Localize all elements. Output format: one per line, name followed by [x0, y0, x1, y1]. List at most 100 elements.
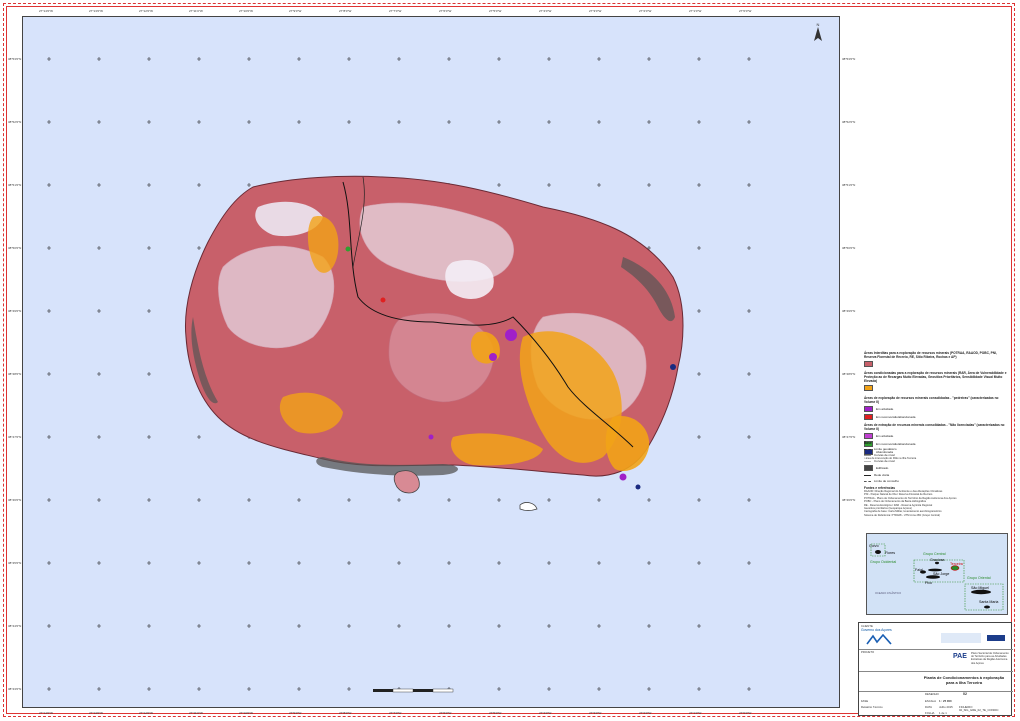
- coord-label: 27°4'0"W: [539, 9, 552, 13]
- coord-label: 38°46'0"N: [8, 498, 22, 502]
- graticule-cross: [97, 624, 101, 628]
- phase-value: Relatório Técnico: [861, 705, 883, 709]
- graticule-cross: [147, 372, 151, 376]
- graticule-cross: [97, 183, 101, 187]
- graticule-cross: [697, 120, 701, 124]
- graticule-cross: [697, 246, 701, 250]
- graticule-cross: [47, 624, 51, 628]
- graticule-cross: [647, 183, 651, 187]
- coord-label: 38°48'0"N: [8, 372, 22, 376]
- legend-row: Em atividade: [864, 433, 1010, 439]
- graticule-cross: [97, 246, 101, 250]
- legend-title: Áreas Interditas para a exploração de re…: [864, 351, 997, 359]
- drawing-number: 02: [963, 692, 967, 696]
- coord-label: 38°50'0"N: [8, 246, 22, 250]
- legend-title: Áreas de extração de recursos minerais c…: [864, 423, 1005, 431]
- legend-section-base: Base Limite geodésico Curvas de nível Cu…: [864, 441, 1010, 483]
- coord-label: 27°12'0"W: [139, 711, 154, 715]
- legend-swatch: [864, 406, 873, 412]
- graticule-cross: [297, 624, 301, 628]
- graticule-cross: [747, 183, 751, 187]
- title-block-header: CLIENTE Governo dos Açores: [859, 623, 1013, 650]
- graticule-cross: [447, 57, 451, 61]
- inset-label: Grupo Central: [923, 552, 946, 556]
- graticule-cross: [647, 624, 651, 628]
- graticule-cross: [547, 624, 551, 628]
- graticule-cross: [47, 498, 51, 502]
- title-block-project: PROJETO PAE Plano Sectorial de Ordenamen…: [859, 649, 1013, 672]
- coord-label: 27°13'0"W: [89, 9, 104, 13]
- quarry-active[interactable]: [489, 353, 497, 361]
- legend-row: Limite de concelho: [864, 479, 1010, 483]
- coord-label: 27°6'0"W: [439, 711, 452, 715]
- graticule-cross: [497, 57, 501, 61]
- graticule-cross: [47, 183, 51, 187]
- graticule-cross: [747, 498, 751, 502]
- coord-label: 27°2'0"W: [639, 711, 652, 715]
- graticule-cross: [497, 498, 501, 502]
- quarry-active[interactable]: [428, 434, 434, 440]
- inset-label: São Miguel: [971, 586, 989, 590]
- legend-swatch: [864, 433, 873, 439]
- inset-label: Terceira: [950, 562, 963, 566]
- graticule-cross: [597, 561, 601, 565]
- legend-title: Base: [864, 441, 872, 445]
- coord-label: 27°0'0"W: [739, 711, 752, 715]
- map-frame[interactable]: N: [22, 16, 840, 708]
- legend-label: Curvas de nível: [874, 453, 895, 457]
- title-block-details: DESENHO 02 ESCALA 1 : 25 000 DATA Julho …: [859, 691, 1013, 717]
- graticule-cross: [347, 561, 351, 565]
- legend-row: Em reconversão/abandonada: [864, 414, 1010, 420]
- quarry-abandoned[interactable]: [670, 364, 676, 370]
- inset-label: Grupo Oriental: [967, 576, 991, 580]
- coord-label: 27°12'0"W: [139, 9, 154, 13]
- legend-swatch: [864, 460, 871, 462]
- inset-label: Graciosa: [930, 558, 945, 562]
- graticule-cross: [447, 561, 451, 565]
- legend-row: Edificado: [864, 465, 1010, 471]
- graticule-cross: [747, 435, 751, 439]
- graticule-cross: [147, 498, 151, 502]
- graticule-cross: [147, 120, 151, 124]
- graticule-cross: [197, 57, 201, 61]
- coord-label: 38°52'0"N: [8, 120, 22, 124]
- coord-label: 27°7'0"W: [389, 711, 402, 715]
- graticule-cross: [147, 57, 151, 61]
- graticule-cross: [197, 120, 201, 124]
- graticule-cross: [247, 57, 251, 61]
- graticule-cross: [747, 624, 751, 628]
- quarry-active[interactable]: [505, 329, 517, 341]
- graticule-cross: [47, 687, 51, 691]
- graticule-cross: [97, 687, 101, 691]
- graticule-cross: [147, 183, 151, 187]
- legend-row: Rede viária: [864, 473, 1010, 477]
- legend-row: Em atividade: [864, 406, 1010, 412]
- graticule-cross: [247, 120, 251, 124]
- quarry-abandoned[interactable]: [635, 484, 641, 490]
- quarry-active[interactable]: [619, 473, 627, 481]
- inset-label: OCEANO ATLÂNTICO: [875, 592, 902, 595]
- file-name: 02_SIG_GRE_02_TE_CONDIC: [959, 708, 999, 712]
- graticule-cross: [97, 57, 101, 61]
- legend-title: Áreas condicionadas para a exploração de…: [864, 371, 1007, 383]
- project-label: PROJETO: [861, 650, 875, 654]
- graticule-cross: [47, 435, 51, 439]
- graticule-cross: [547, 57, 551, 61]
- island-map[interactable]: N: [23, 17, 840, 708]
- coord-label: 27°13'0"W: [89, 711, 104, 715]
- legend-label: Curvas de nível: [874, 459, 895, 463]
- graticule-cross: [47, 246, 51, 250]
- legend-swatch: [864, 474, 871, 476]
- legend-label: Limite geodésico: [874, 447, 897, 451]
- quarry-reconversion-red[interactable]: [380, 297, 386, 303]
- coord-label: 27°3'0"W: [589, 9, 602, 13]
- graticule-cross: [397, 624, 401, 628]
- scale-label: ESCALA: [925, 699, 937, 703]
- quarry-reconversion[interactable]: [345, 246, 351, 252]
- inset-label: Faial: [915, 568, 923, 572]
- graticule-cross: [647, 498, 651, 502]
- eu-flag-logo: [987, 635, 1005, 641]
- coord-label: 38°47'0"N: [8, 435, 22, 439]
- date-value: Julho 2015: [939, 705, 953, 709]
- graticule-cross: [697, 309, 701, 313]
